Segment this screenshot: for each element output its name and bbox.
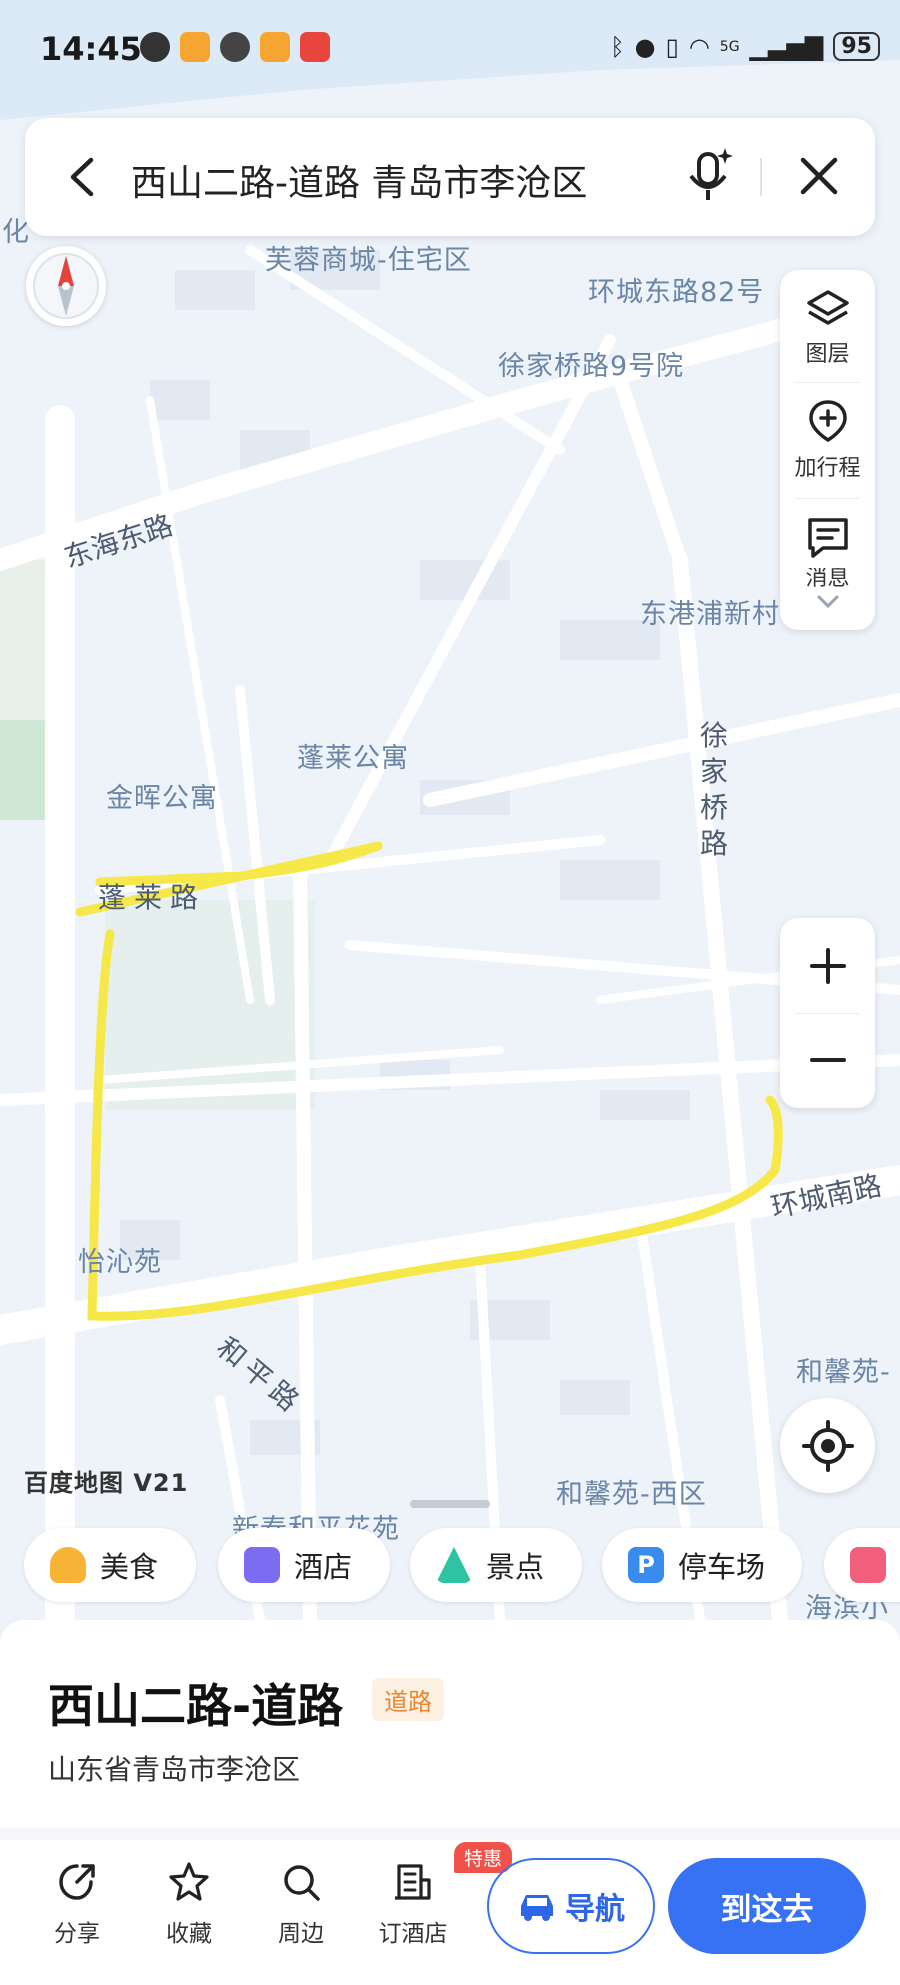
status-bar: 14:45 ᛒ ● ▯ ◠ 5G ▁▃▅▇ 95 (0, 0, 900, 100)
game-icon (850, 1547, 886, 1583)
hotel-icon (244, 1547, 280, 1583)
go-here-label: 到这去 (720, 1891, 814, 1928)
category-chip-scenic[interactable]: 景点 (410, 1528, 582, 1602)
road-label: 徐家桥路 (700, 719, 729, 860)
place-name: 西山二路-道路 (48, 1679, 344, 1733)
map-label: 金晖公寓 (106, 783, 218, 814)
app-notification-icon (260, 32, 290, 62)
zoom-in-icon[interactable] (808, 946, 848, 986)
layers-icon (806, 290, 849, 325)
category-chips: 美食 酒店 景点 P 停车场 (0, 1528, 900, 1606)
status-icons: ᛒ ● ▯ ◠ 5G ▁▃▅▇ 95 (610, 32, 880, 61)
crosshair-icon (802, 1420, 854, 1472)
voice-input-icon[interactable] (685, 146, 735, 206)
map-label: 环城东路82号 (588, 277, 765, 308)
map-label: 蓬莱公寓 (297, 743, 409, 774)
category-chip-hotel[interactable]: 酒店 (218, 1528, 390, 1602)
hand-icon (220, 32, 250, 62)
back-arrow-icon[interactable] (63, 154, 103, 200)
network-label: 5G (719, 38, 740, 55)
alarm-icon (140, 32, 170, 62)
car-icon (521, 1895, 553, 1921)
book-hotel-label: 订酒店 (378, 1921, 448, 1947)
place-type-badge: 道路 (372, 1678, 444, 1721)
map-brand: 百度地图 V21 (24, 1469, 189, 1497)
divider (795, 1013, 860, 1014)
message-icon (807, 518, 848, 558)
search-bar[interactable]: 西山二路-道路 青岛市李沧区 (25, 118, 875, 236)
map-label: 怡沁苑 (78, 1247, 162, 1278)
message-button[interactable] (780, 515, 875, 565)
category-chip-food[interactable]: 美食 (24, 1528, 196, 1602)
place-detail-sheet: 西山二路-道路 道路 山东省青岛市李沧区 分享 收藏 周边 订酒店 特惠 导航 … (0, 1620, 900, 1985)
map-view[interactable]: 化 芙蓉商城-住宅区 环城东路82号 徐家桥路9号院 东港浦新村 蓬莱公寓 金晖… (0, 0, 900, 1620)
vibrate-icon: ▯ (665, 32, 679, 61)
go-here-button[interactable]: 到这去 (668, 1858, 866, 1954)
nearby-label: 周边 (278, 1921, 324, 1947)
layers-label: 图层 (805, 342, 850, 367)
share-button[interactable]: 分享 (32, 1860, 122, 1948)
search-icon (284, 1865, 320, 1901)
road-label: 蓬莱路 (98, 881, 207, 914)
compass-button[interactable] (26, 246, 106, 326)
map-label: 和馨苑- (796, 1357, 891, 1388)
category-label: 景点 (486, 1550, 545, 1584)
navigate-label: 导航 (565, 1892, 625, 1927)
divider (760, 158, 762, 196)
category-label: 美食 (100, 1550, 159, 1584)
wifi-icon: ◠ (688, 32, 710, 61)
share-icon (59, 1864, 95, 1900)
close-icon[interactable] (795, 152, 843, 200)
parking-icon: P (628, 1547, 664, 1583)
add-trip-icon (808, 400, 847, 443)
bluetooth-icon: ᛒ (610, 32, 625, 61)
map-label: 和馨苑-西区 (556, 1479, 707, 1510)
food-icon (50, 1547, 86, 1583)
navigate-button[interactable]: 导航 (487, 1858, 655, 1954)
divider (0, 1828, 900, 1840)
share-label: 分享 (54, 1921, 100, 1947)
zoom-out-icon[interactable] (808, 1040, 848, 1080)
status-time: 14:45 (40, 30, 142, 68)
category-label: 酒店 (294, 1550, 353, 1584)
favorite-button[interactable]: 收藏 (144, 1860, 234, 1948)
location-icon: ● (634, 32, 656, 61)
zoom-control (780, 918, 875, 1108)
map-toolbar: 图层 加行程 消息 (780, 270, 875, 630)
category-chip-parking[interactable]: P 停车场 (602, 1528, 802, 1602)
search-query[interactable]: 西山二路-道路 青岛市李沧区 (131, 154, 587, 206)
message-label: 消息 (805, 568, 850, 590)
chevron-down-icon[interactable] (816, 592, 840, 612)
category-label: 停车场 (678, 1550, 766, 1584)
book-hotel-button[interactable]: 订酒店 (368, 1860, 458, 1948)
signal-icon: ▁▃▅▇ (749, 32, 824, 61)
divider (795, 498, 860, 499)
nearby-button[interactable]: 周边 (256, 1860, 346, 1948)
divider (795, 382, 860, 383)
favorite-label: 收藏 (166, 1921, 212, 1947)
hotel-icon (395, 1864, 431, 1900)
star-icon (169, 1862, 209, 1901)
compass-icon (33, 253, 99, 319)
app-notification-icon (180, 32, 210, 62)
add-trip-label: 加行程 (794, 456, 861, 481)
locate-button[interactable] (780, 1398, 875, 1493)
map-label: 芙蓉商城-住宅区 (265, 245, 472, 276)
map-label: 东港浦新村 (640, 599, 780, 630)
mail-icon (300, 32, 330, 62)
drag-handle[interactable] (410, 1500, 490, 1508)
scenic-icon (436, 1547, 472, 1583)
place-address: 山东省青岛市李沧区 (48, 1753, 301, 1786)
map-label: 徐家桥路9号院 (498, 351, 685, 382)
battery-level: 95 (833, 32, 880, 61)
category-chip-more[interactable] (824, 1528, 900, 1602)
layers-button[interactable]: 图层 (780, 288, 875, 368)
add-trip-button[interactable]: 加行程 (780, 398, 875, 482)
